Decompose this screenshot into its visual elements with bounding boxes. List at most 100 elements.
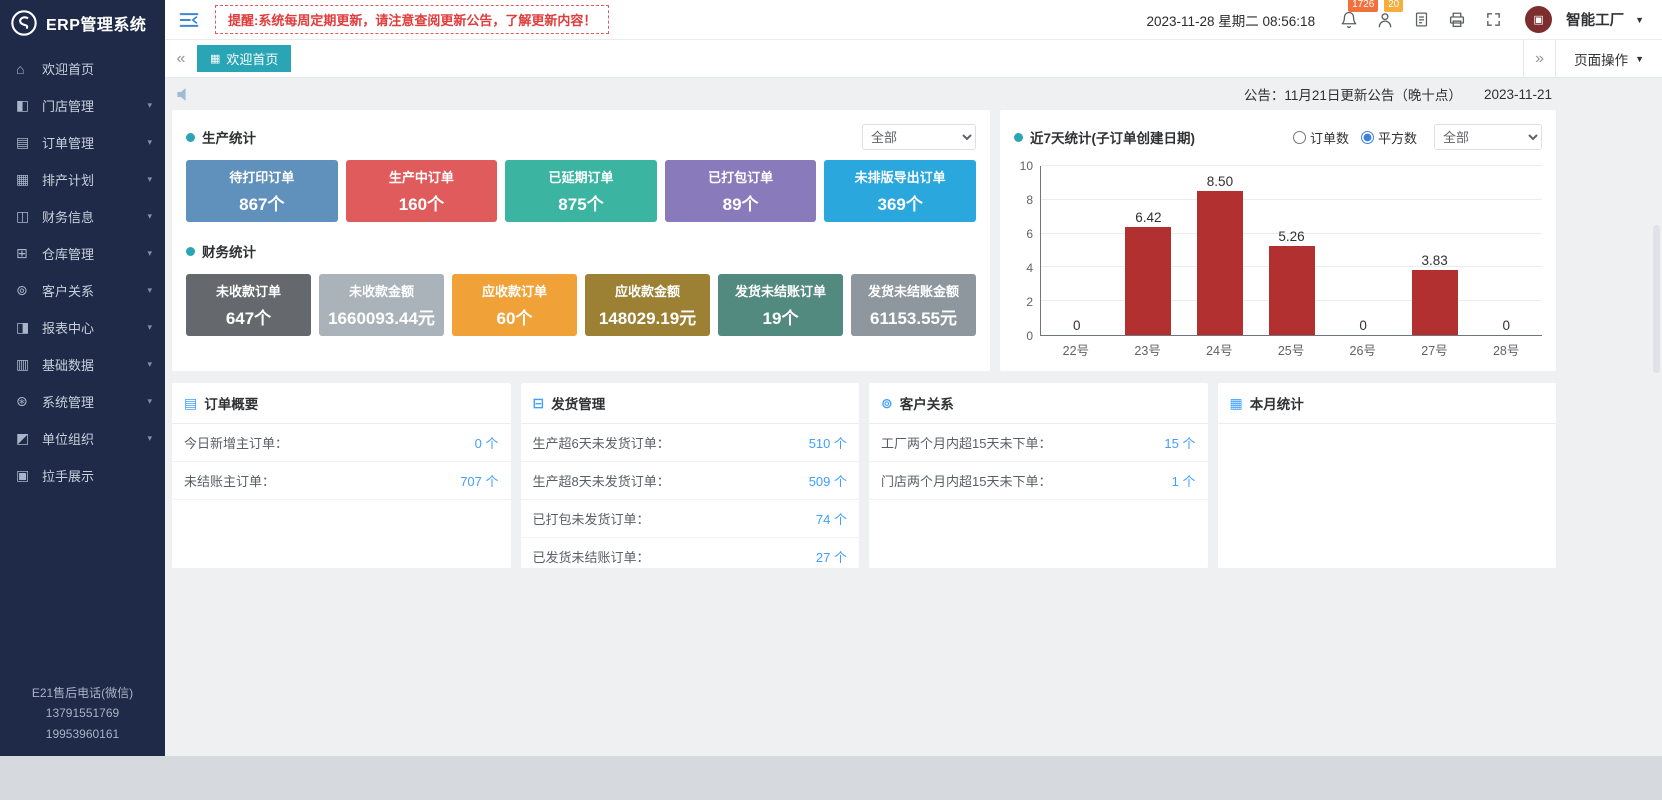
finance-stat-card[interactable]: 发货未结账金额61153.55元 xyxy=(851,274,976,336)
bullet-icon xyxy=(186,247,195,256)
stats-panel: 生产统计 全部 待打印订单867个生产中订单160个已延期订单875个已打包订单… xyxy=(172,110,990,371)
sidebar-item-4[interactable]: ◫财务信息▾ xyxy=(0,198,165,235)
sidebar-item-label: 欢迎首页 xyxy=(42,59,152,78)
summary-row: 门店两个月内超15天未下单： 1 个 xyxy=(869,462,1208,500)
x-tick-label: 22号 xyxy=(1040,340,1112,359)
summary-row-value[interactable]: 74 个 xyxy=(816,509,847,528)
main-area: 提醒:系统每周定期更新，请注意查阅更新公告，了解更新内容！ 2023-11-28… xyxy=(165,0,1662,756)
summary-panel-3: ▦本月统计 xyxy=(1218,383,1557,568)
chart-filter-select[interactable]: 全部 xyxy=(1434,124,1542,150)
summary-row-value[interactable]: 509 个 xyxy=(809,471,847,490)
bar-23号: 6.42 xyxy=(1113,166,1185,335)
summary-row-value[interactable]: 510 个 xyxy=(809,433,847,452)
sidebar: ERP管理系统 ⌂欢迎首页◧门店管理▾▤订单管理▾▦排产计划▾◫财务信息▾⊞仓库… xyxy=(0,0,165,756)
logo-text: ERP管理系统 xyxy=(46,11,146,35)
finance-stat-card[interactable]: 发货未结账订单19个 xyxy=(718,274,843,336)
bullet-icon xyxy=(1014,133,1023,142)
summary-row-value[interactable]: 707 个 xyxy=(460,471,498,490)
tab-home[interactable]: ▦ 欢迎首页 xyxy=(197,45,291,72)
radio-input[interactable] xyxy=(1293,131,1306,144)
production-stat-card[interactable]: 未排版导出订单369个 xyxy=(824,160,976,222)
bar-28号: 0 xyxy=(1470,166,1542,335)
summary-row-label: 已发货未结账订单： xyxy=(533,547,650,566)
summary-panel-header: ▤订单概要 xyxy=(172,383,511,424)
sidebar-item-1[interactable]: ◧门店管理▾ xyxy=(0,87,165,124)
chevron-down-icon: ▾ xyxy=(147,433,152,444)
summary-row-value[interactable]: 0 个 xyxy=(475,433,499,452)
sidebar-item-3[interactable]: ▦排产计划▾ xyxy=(0,161,165,198)
sidebar-item-5[interactable]: ⊞仓库管理▾ xyxy=(0,235,165,272)
card-label: 已打包订单 xyxy=(708,167,773,186)
y-tick-label: 6 xyxy=(1026,227,1033,241)
tabs-scroll-right-button[interactable]: » xyxy=(1523,40,1555,77)
sidebar-item-10[interactable]: ◩单位组织▾ xyxy=(0,420,165,457)
announcement-link[interactable]: 公告：11月21日更新公告（晚十点） xyxy=(1244,84,1462,104)
document-button[interactable] xyxy=(1407,7,1435,33)
production-stat-card[interactable]: 待打印订单867个 xyxy=(186,160,338,222)
y-tick-label: 10 xyxy=(1020,159,1033,173)
finance-stat-card[interactable]: 未收款订单647个 xyxy=(186,274,311,336)
chart-x-axis: 22号23号24号25号26号27号28号 xyxy=(1040,340,1542,359)
summary-row-value[interactable]: 15 个 xyxy=(1164,433,1195,452)
card-label: 应收款金额 xyxy=(615,281,680,300)
sidebar-item-9[interactable]: ⊛系统管理▾ xyxy=(0,383,165,420)
sidebar-item-0[interactable]: ⌂欢迎首页 xyxy=(0,50,165,87)
user-chevron-down-icon[interactable]: ▼ xyxy=(1635,15,1644,25)
customer-icon: ⊚ xyxy=(16,282,36,299)
production-stat-card[interactable]: 已延期订单875个 xyxy=(505,160,657,222)
finance-stat-card[interactable]: 应收款金额148029.19元 xyxy=(585,274,710,336)
summary-row: 已发货未结账订单： 27 个 xyxy=(521,538,860,568)
page-actions-dropdown[interactable]: 页面操作 ▼ xyxy=(1555,40,1662,77)
grid-icon: ▦ xyxy=(210,52,220,65)
user-name[interactable]: 智能工厂 xyxy=(1566,9,1624,30)
summary-row-value[interactable]: 1 个 xyxy=(1172,471,1196,490)
vertical-scrollbar[interactable] xyxy=(1653,225,1660,373)
fullscreen-button[interactable] xyxy=(1479,7,1507,33)
x-tick-label: 26号 xyxy=(1327,340,1399,359)
summary-row-value[interactable]: 27 个 xyxy=(816,547,847,566)
truck-icon: ⊟ xyxy=(533,395,545,412)
finance-stat-card[interactable]: 应收款订单60个 xyxy=(452,274,577,336)
production-stat-card[interactable]: 已打包订单89个 xyxy=(665,160,817,222)
radio-input[interactable] xyxy=(1361,131,1374,144)
sidebar-item-label: 仓库管理 xyxy=(42,244,147,263)
production-stat-card[interactable]: 生产中订单160个 xyxy=(346,160,498,222)
summary-panel-title: 订单概要 xyxy=(204,393,258,413)
bullet-icon xyxy=(186,133,195,142)
summary-panel-header: ⊟发货管理 xyxy=(521,383,860,424)
summary-row: 生产超8天未发货订单： 509 个 xyxy=(521,462,860,500)
bar-26号: 0 xyxy=(1327,166,1399,335)
print-button[interactable] xyxy=(1443,7,1471,33)
message-badge: 20 xyxy=(1384,0,1403,12)
sidebar-item-6[interactable]: ⊚客户关系▾ xyxy=(0,272,165,309)
card-value: 19个 xyxy=(763,304,799,329)
summary-row-label: 门店两个月内超15天未下单： xyxy=(881,471,1051,490)
people-icon: ⊚ xyxy=(881,395,893,412)
messages-button[interactable]: 20 xyxy=(1371,7,1399,33)
chart-mode-radio-1[interactable]: 平方数 xyxy=(1361,128,1417,147)
page-actions-label: 页面操作 xyxy=(1574,49,1628,69)
chart-mode-radio-0[interactable]: 订单数 xyxy=(1293,128,1349,147)
summary-panel-2: ⊚客户关系工厂两个月内超15天未下单：15 个门店两个月内超15天未下单：1 个 xyxy=(869,383,1208,568)
sidebar-item-11[interactable]: ▣拉手展示 xyxy=(0,457,165,494)
person-icon xyxy=(1376,11,1394,29)
finance-stat-card[interactable]: 未收款金额1660093.44元 xyxy=(319,274,444,336)
display-icon: ▣ xyxy=(16,467,36,484)
chevron-down-icon: ▾ xyxy=(147,285,152,296)
speaker-icon[interactable] xyxy=(176,87,193,102)
logo[interactable]: ERP管理系统 xyxy=(0,0,165,46)
bottom-scroll-area xyxy=(0,756,1662,800)
sidebar-item-8[interactable]: ▥基础数据▾ xyxy=(0,346,165,383)
sidebar-item-label: 排产计划 xyxy=(42,170,147,189)
hamburger-icon[interactable] xyxy=(179,11,199,29)
card-value: 160个 xyxy=(399,190,444,215)
notifications-button[interactable]: 1726 xyxy=(1335,7,1363,33)
chevron-down-icon: ▾ xyxy=(147,174,152,185)
summary-row-label: 生产超8天未发货订单： xyxy=(533,471,670,490)
production-filter-select[interactable]: 全部 xyxy=(862,124,976,150)
tabs-scroll-left-button[interactable]: « xyxy=(165,40,197,77)
sidebar-item-7[interactable]: ◨报表中心▾ xyxy=(0,309,165,346)
avatar[interactable]: ▣ xyxy=(1525,6,1552,33)
summary-row-label: 已打包未发货订单： xyxy=(533,509,650,528)
sidebar-item-2[interactable]: ▤订单管理▾ xyxy=(0,124,165,161)
